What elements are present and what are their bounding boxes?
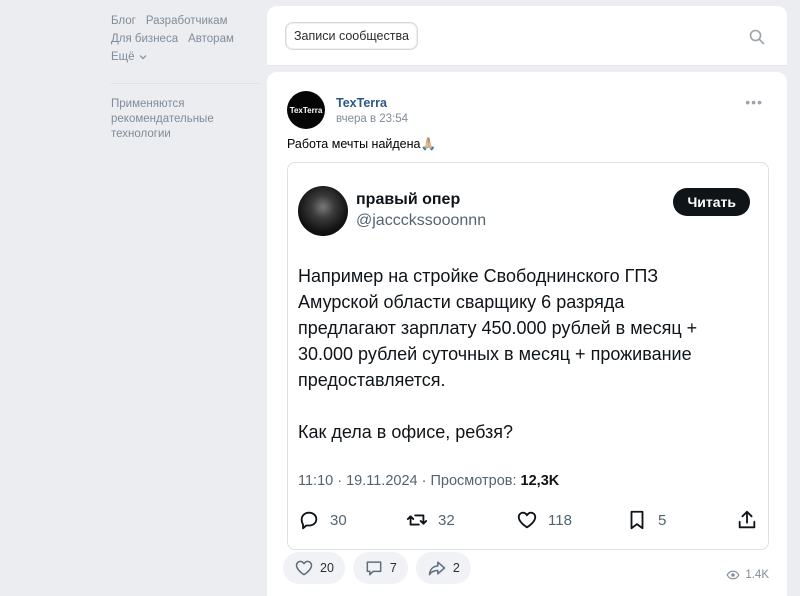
tweet-share-stat: [736, 509, 758, 531]
tweet-meta: 11:10 · 19.11.2024 · Просмотров: 12,3K: [298, 473, 559, 489]
retweet-icon: [406, 514, 428, 526]
bookmark-count: 5: [658, 511, 667, 529]
heart-icon: [517, 511, 537, 529]
tab-community-posts[interactable]: Записи сообщества: [285, 21, 418, 50]
like-count: 118: [548, 511, 572, 529]
post-card: TexTerra TexTerra вчера в 23:54 ••• Рабо…: [267, 72, 787, 596]
link-business[interactable]: Для бизнеса: [111, 30, 178, 48]
share-icon: [738, 510, 756, 529]
left-menu: Блог Разработчикам Для бизнеса Авторам Е…: [111, 12, 259, 142]
comment-icon: [366, 561, 382, 576]
tweet-bookmark-stat: 5: [626, 509, 736, 531]
tweet-views: 12,3K: [520, 473, 560, 489]
tweet-body-line: предлагают зарплату 450.000 рублей в мес…: [298, 318, 698, 338]
tweet-body-line: Амурской области сварщику 6 разряда: [298, 292, 625, 312]
post-header: TexTerra TexTerra вчера в 23:54 •••: [287, 72, 767, 136]
tweet-body-gap: [298, 393, 758, 419]
tweet-read-button[interactable]: Читать: [673, 188, 750, 216]
main-column: Записи сообщества TexTerra TexTerra вчер…: [267, 6, 787, 596]
author-avatar-logo: TexTerra: [289, 105, 323, 115]
comment-count: 7: [389, 561, 397, 575]
embedded-tweet-image[interactable]: правый опер @jaccckssooonnn Читать Напри…: [287, 162, 769, 550]
tweet-like-stat: 118: [516, 509, 626, 531]
author-name[interactable]: TexTerra: [336, 96, 408, 110]
bookmark-icon: [630, 510, 644, 530]
tweet-body-line: предоставляется.: [298, 370, 446, 390]
tweet-meta-prefix: 11:10 · 19.11.2024 · Просмотров:: [298, 473, 517, 489]
link-blog[interactable]: Блог: [111, 12, 136, 30]
footer-links: Блог Разработчикам Для бизнеса Авторам Е…: [111, 12, 259, 66]
share-count: 2: [452, 561, 460, 575]
tweet-author-name: правый опер: [356, 191, 461, 208]
tweet-body-tail: Как дела в офисе, ребзя?: [298, 422, 513, 442]
like-button[interactable]: 20: [283, 552, 345, 584]
link-authors[interactable]: Авторам: [188, 30, 234, 48]
tweet-reply-stat: 30: [298, 509, 406, 531]
tweet-author-handle: @jaccckssooonnn: [356, 212, 487, 229]
eye-icon: [726, 570, 740, 580]
share-button[interactable]: 2: [415, 552, 471, 584]
post-time[interactable]: вчера в 23:54: [336, 113, 408, 125]
feed-header: Записи сообщества: [267, 6, 787, 66]
tweet-body-line: 30.000 рублей суточных в месяц + прожива…: [298, 344, 692, 364]
reply-count: 30: [330, 511, 347, 529]
tweet-actions: 30 32 118 5: [298, 509, 760, 531]
retweet-count: 32: [438, 511, 455, 529]
author-info: TexTerra вчера в 23:54: [336, 96, 408, 125]
post-text: Работа мечты найдена🙏🏼: [287, 137, 437, 151]
search-icon[interactable]: [749, 29, 765, 45]
tweet-retweet-stat: 32: [406, 509, 516, 531]
link-developers[interactable]: Разработчикам: [146, 12, 228, 30]
share-arrow-icon: [428, 561, 446, 576]
views-counter: 1.4K: [726, 568, 769, 582]
author-avatar[interactable]: TexTerra: [287, 91, 325, 129]
comment-button[interactable]: 7: [352, 552, 408, 584]
more-options-icon[interactable]: •••: [745, 94, 763, 110]
heart-icon: [295, 560, 313, 576]
more-menu-button[interactable]: Ещё: [111, 48, 147, 66]
tweet-avatar: [298, 186, 348, 236]
more-label: Ещё: [111, 51, 135, 63]
recommendation-notice[interactable]: Применяются рекомендательные технологии: [111, 97, 259, 142]
page: Блог Разработчикам Для бизнеса Авторам Е…: [0, 0, 800, 596]
tweet-body: Например на стройке Свободнинского ГПЗ А…: [298, 263, 758, 445]
views-count: 1.4K: [745, 569, 769, 581]
tweet-body-line: Например на стройке Свободнинского ГПЗ: [298, 266, 659, 286]
divider: [111, 83, 259, 84]
chevron-down-icon: [139, 55, 146, 60]
post-actions: 20 7 2: [283, 552, 471, 584]
like-count: 20: [320, 561, 334, 575]
reply-icon: [300, 511, 318, 530]
